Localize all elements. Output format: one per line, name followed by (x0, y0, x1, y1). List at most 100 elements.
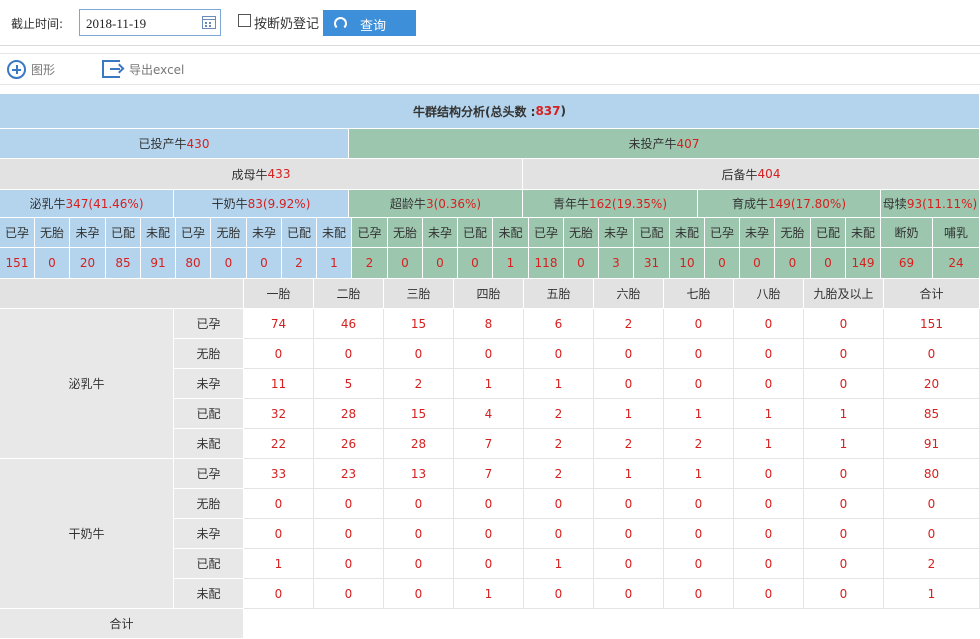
sub-header-24-text: 未配 (850, 226, 875, 240)
table-cell-text: 0 (344, 346, 353, 361)
parity-header-6-text: 七胎 (686, 287, 711, 301)
table-cell-text: 0 (344, 586, 353, 601)
table-cell-text: 7 (484, 436, 493, 451)
table-cell-text: 0 (764, 556, 773, 571)
table-cell: 23 (314, 459, 384, 489)
table-cell: 0 (524, 519, 594, 549)
table-cell-text: 1 (764, 436, 773, 451)
chart-button[interactable]: 图形 (31, 61, 55, 78)
table-cell: 74 (244, 309, 314, 339)
table-cell-text: 0 (764, 376, 773, 391)
table-cell: 7 (454, 459, 524, 489)
table-cell-text: 1 (624, 406, 633, 421)
add-circle-icon[interactable] (7, 60, 26, 79)
refresh-icon (334, 17, 347, 30)
table-cell-text: 2 (624, 436, 633, 451)
sub-value-13: 0 (458, 248, 493, 279)
row-status-1-0-text: 已孕 (196, 467, 221, 481)
report-title: 牛群结构分析(总头数 : 837) (0, 94, 980, 129)
table-cell-text: 0 (484, 526, 493, 541)
sub-header-8: 已配 (282, 218, 317, 248)
table-cell: 0 (664, 549, 734, 579)
sub-header-26: 哺乳 (933, 218, 980, 248)
sub-value-1: 0 (35, 248, 70, 279)
sub-header-2: 未孕 (70, 218, 106, 248)
table-cell-text: 0 (554, 586, 563, 601)
group-header-4: 育成牛 149(17.80%) (698, 190, 881, 218)
group-header-0: 泌乳牛 347(41.46%) (0, 190, 174, 218)
sub-value-1-text: 0 (48, 256, 56, 270)
query-button-label: 查询 (360, 19, 387, 34)
table-cell-text: 22 (270, 436, 287, 451)
sub-value-22-text: 0 (788, 256, 797, 270)
sub-header-13-text: 已配 (462, 226, 487, 240)
breakfeed-checkbox-label[interactable]: 按断奶登记 (254, 13, 319, 32)
table-cell: 2 (594, 429, 664, 459)
table-cell-text: 0 (414, 346, 423, 361)
table-cell: 2 (664, 429, 734, 459)
sub-value-7: 0 (247, 248, 282, 279)
table-cell-text: 85 (923, 406, 940, 421)
row-status-1-4: 未配 (174, 579, 244, 609)
table-cell: 1 (594, 459, 664, 489)
date-input[interactable]: 2018-11-19 (79, 9, 221, 36)
sub-header-21-text: 未孕 (744, 226, 769, 240)
table-cell: 28 (384, 429, 454, 459)
table-cell-text: 0 (927, 346, 936, 361)
sub-header-10: 已孕 (352, 218, 388, 248)
group-count-0: 347(41.46%) (65, 196, 144, 211)
group-header-4-text: 育成牛 (731, 197, 768, 211)
sub-header-17-text: 未孕 (603, 226, 628, 240)
parity-header-0: 一胎 (244, 279, 314, 309)
sub-value-20-text: 0 (718, 256, 726, 270)
sub-header-18: 已配 (634, 218, 670, 248)
table-cell-text: 1 (274, 556, 283, 571)
table-cell: 0 (664, 579, 734, 609)
sub-header-15: 已孕 (529, 218, 564, 248)
sub-value-3: 85 (106, 248, 141, 279)
table-cell: 0 (314, 339, 384, 369)
parity-header-2: 三胎 (384, 279, 454, 309)
table-cell: 0 (314, 489, 384, 519)
table-cell: 2 (884, 549, 980, 579)
table-cell-text: 33 (270, 466, 287, 481)
table-cell: 0 (594, 489, 664, 519)
sub-value-16: 0 (564, 248, 599, 279)
table-cell-text: 15 (410, 316, 427, 331)
group-count-5: 93(11.11%) (906, 196, 978, 211)
table-cell-text: 0 (927, 526, 936, 541)
sub-header-11: 无胎 (388, 218, 423, 248)
query-button[interactable]: 查询 (323, 10, 416, 36)
table-cell: 0 (884, 339, 980, 369)
row-status-1-2-text: 未孕 (196, 527, 221, 541)
parity-header-3-text: 四胎 (476, 287, 501, 301)
sub-value-21-text: 0 (753, 256, 761, 270)
export-icon[interactable] (102, 60, 120, 78)
sub-value-25-text: 69 (898, 256, 915, 270)
table-cell: 0 (384, 519, 454, 549)
reserve-cow-header-text: 后备牛 (721, 167, 758, 182)
export-excel-button[interactable]: 导出excel (129, 61, 184, 78)
table-cell-text: 46 (340, 316, 357, 331)
table-cell-text: 0 (839, 556, 848, 571)
table-cell-text: 2 (554, 436, 563, 451)
parity-header-5: 六胎 (594, 279, 664, 309)
table-cell-text: 1 (839, 436, 848, 451)
sub-header-0: 已孕 (0, 218, 35, 248)
table-cell: 2 (524, 399, 594, 429)
row-status-0-1: 无胎 (174, 339, 244, 369)
group-count-3: 162(19.35%) (588, 196, 668, 211)
table-cell-text: 32 (270, 406, 287, 421)
calendar-icon[interactable] (202, 16, 216, 29)
table-cell-text: 0 (484, 346, 493, 361)
sub-header-1: 无胎 (35, 218, 70, 248)
table-cell-text: 0 (344, 526, 353, 541)
table-cell: 0 (524, 339, 594, 369)
table-cell: 1 (664, 399, 734, 429)
sub-value-10-text: 2 (365, 256, 374, 270)
table-cell-text: 2 (414, 376, 423, 391)
table-cell-text: 1 (694, 466, 703, 481)
table-cell: 1 (244, 549, 314, 579)
breakfeed-checkbox[interactable] (238, 14, 251, 27)
sub-value-0-text: 151 (5, 256, 29, 270)
